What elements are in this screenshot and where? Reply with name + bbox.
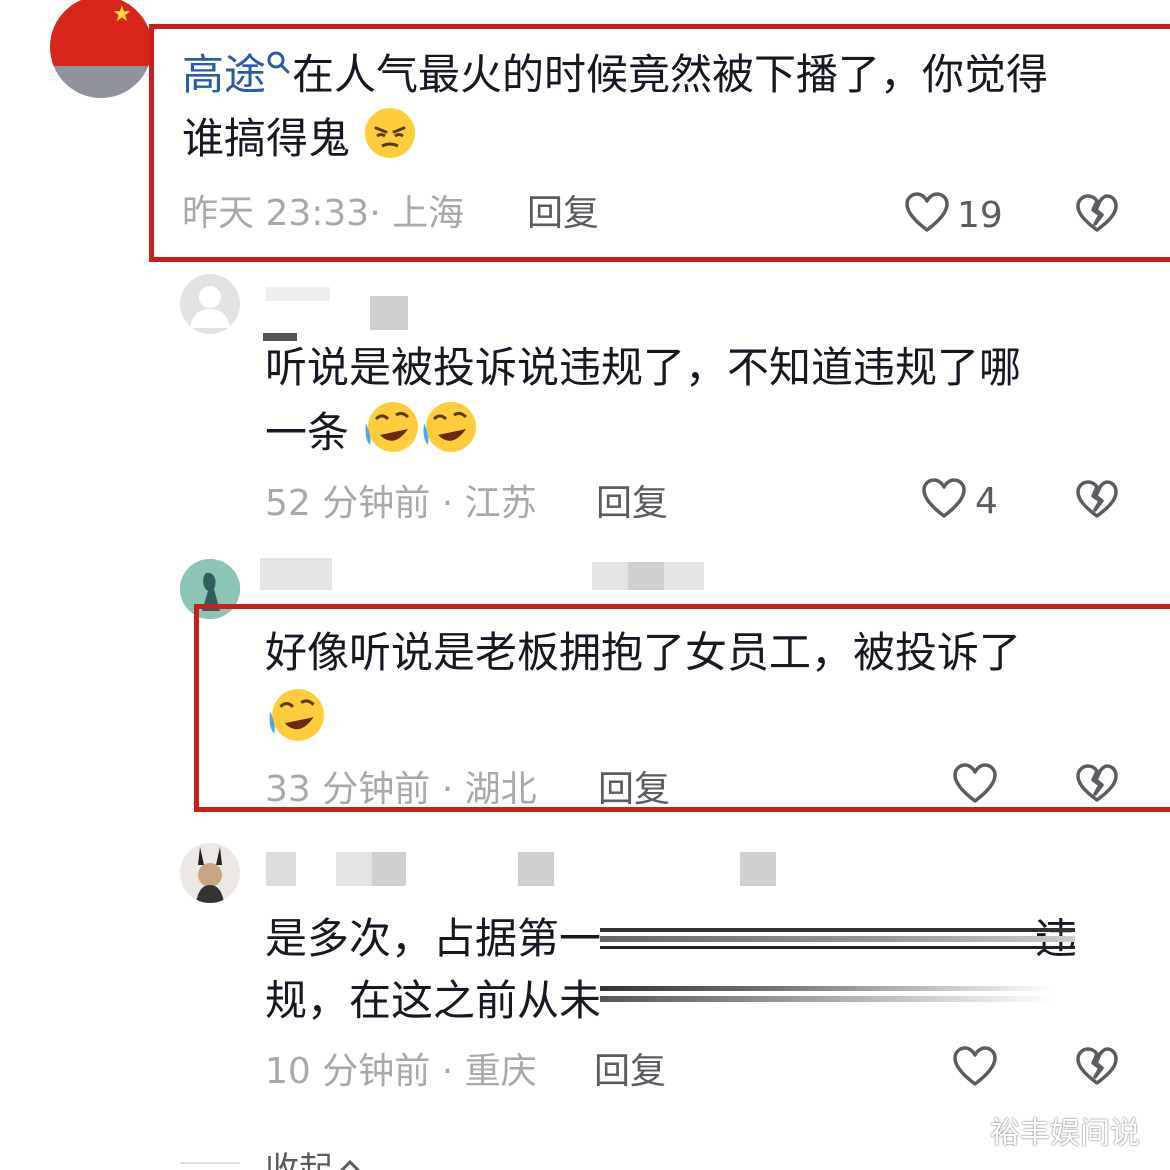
reply-button-2[interactable]: 回复 — [596, 482, 668, 526]
flag-star: ★ — [112, 2, 132, 27]
comment-2-location: 江苏 — [464, 483, 537, 524]
redaction-smear — [600, 928, 1075, 932]
username-redacted — [266, 287, 330, 301]
broken-heart-icon[interactable] — [1076, 1047, 1118, 1087]
redaction-smear — [600, 946, 1075, 949]
avatar-default[interactable] — [180, 274, 240, 334]
comment-1-line-1: 高途 在人气最火的时候竟然被下播了，你觉得 — [182, 44, 1048, 106]
comment-3-line-1: 好像听说是老板拥抱了女员工，被投诉了 — [265, 628, 1022, 677]
watermark: 裕丰娱间说 — [990, 1116, 1140, 1151]
heart-icon[interactable] — [922, 478, 966, 520]
comment-2-text-2: 一条 — [265, 408, 350, 457]
like-count-2: 4 — [975, 481, 998, 522]
avatar-user-4[interactable] — [180, 843, 240, 903]
username-redacted — [740, 852, 776, 886]
comment-3-time: 33 分钟前 — [265, 769, 431, 810]
like-count-1: 19 — [957, 195, 1003, 236]
username-redacted — [518, 852, 554, 886]
redaction-smear — [600, 986, 1055, 991]
comment-3-location: 湖北 — [464, 769, 537, 810]
avatar-flag[interactable]: ★ — [50, 0, 152, 98]
comment-1-text-1: 在人气最火的时候竟然被下播了，你觉得 — [292, 50, 1049, 99]
username-redacted — [628, 562, 664, 590]
collapse-label: 收起 — [265, 1150, 333, 1170]
username-redacted — [260, 558, 332, 590]
username-redacted — [266, 852, 296, 886]
comment-3-meta: 33 分钟前 · 湖北 — [265, 768, 537, 812]
comment-4-location: 重庆 — [464, 1051, 537, 1092]
comment-4-meta: 10 分钟前 · 重庆 — [265, 1050, 537, 1094]
reply-button-4[interactable]: 回复 — [594, 1050, 666, 1094]
comment-4-text-1: 是多次，占据第一 — [265, 914, 602, 963]
separator: · — [441, 769, 454, 810]
comment-1-text-2: 谁搞得鬼 — [182, 114, 351, 163]
laughing-tears-emoji-icon — [265, 686, 327, 748]
heart-icon[interactable] — [953, 763, 997, 805]
search-icon[interactable] — [266, 50, 292, 76]
redaction-smear — [600, 996, 1055, 1002]
broken-heart-icon[interactable] — [1076, 764, 1118, 804]
comment-1-line-2: 谁搞得鬼 — [182, 106, 417, 177]
collapse-button[interactable]: 收起 — [265, 1140, 362, 1170]
mention-link[interactable]: 高途 — [182, 50, 266, 99]
chevron-up-icon — [338, 1158, 362, 1170]
reply-button-3[interactable]: 回复 — [598, 768, 670, 812]
comment-2-line-2: 一条 — [265, 399, 478, 472]
comment-2-time: 52 分钟前 — [265, 483, 431, 524]
separator: · — [441, 483, 454, 524]
comment-1-time: 昨天 23:33 — [182, 193, 370, 234]
separator: · — [369, 193, 381, 234]
username-redacted — [370, 296, 408, 330]
heart-icon[interactable] — [905, 192, 949, 234]
laughing-tears-emoji-icon — [420, 399, 478, 472]
comment-3-line-2 — [265, 686, 327, 748]
username-redacted — [372, 852, 406, 886]
redaction-smear — [600, 936, 1075, 942]
broken-heart-icon[interactable] — [1076, 480, 1118, 520]
comment-4-time: 10 分钟前 — [265, 1051, 431, 1092]
grumpy-emoji-icon — [363, 106, 417, 177]
comment-4-line-2: 规，在这之前从未 — [265, 976, 602, 1025]
comment-2-meta: 52 分钟前 · 江苏 — [265, 482, 537, 526]
comment-1-meta: 昨天 23:33· 上海 — [182, 192, 464, 236]
reply-button-1[interactable]: 回复 — [527, 192, 599, 236]
comment-2-line-1: 听说是被投诉说违规了，不知道违规了哪 — [265, 343, 1022, 392]
separator: · — [441, 1051, 454, 1092]
broken-heart-icon[interactable] — [1076, 194, 1118, 234]
comment-1-location: 上海 — [392, 193, 465, 234]
laughing-tears-emoji-icon — [362, 399, 420, 472]
heart-icon[interactable] — [953, 1046, 997, 1088]
collapse-divider — [180, 1162, 240, 1164]
